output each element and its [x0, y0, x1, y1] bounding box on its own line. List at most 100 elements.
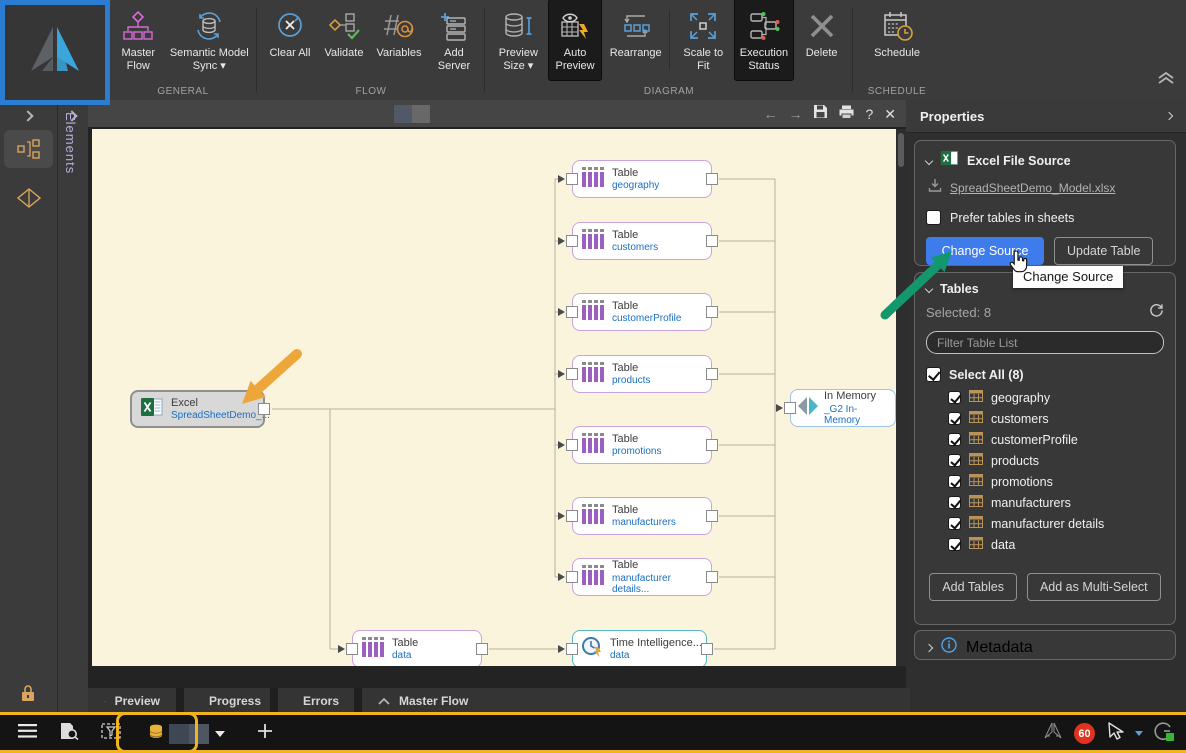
sidebar-expand-icon[interactable] — [22, 110, 34, 122]
save-icon[interactable] — [813, 104, 828, 124]
properties-collapse-icon[interactable] — [1164, 111, 1174, 121]
connector-out[interactable] — [706, 571, 718, 583]
lock-icon[interactable] — [20, 684, 36, 707]
tab-errors[interactable]: Errors — [278, 688, 354, 714]
nav-forward-icon[interactable]: → — [788, 106, 802, 122]
ribbon-collapse-icon[interactable] — [1156, 71, 1176, 90]
connector-out[interactable] — [706, 368, 718, 380]
preview-size-button[interactable]: Preview Size ▾ — [492, 0, 545, 80]
update-table-button[interactable]: Update Table — [1054, 237, 1154, 265]
refresh-icon[interactable] — [1149, 302, 1164, 322]
table-list-item[interactable]: geography — [948, 387, 1164, 408]
source-file-link[interactable]: SpreadSheetDemo_Model.xlsx — [950, 181, 1115, 195]
connector-in[interactable] — [566, 643, 578, 655]
table-item-checkbox[interactable] — [948, 412, 961, 425]
rearrange-button[interactable]: Rearrange — [605, 0, 666, 80]
connection-status-icon[interactable] — [1154, 721, 1174, 746]
connector-in[interactable] — [784, 402, 796, 414]
clear-all-button[interactable]: Clear All — [264, 0, 316, 80]
app-logo[interactable] — [26, 24, 84, 81]
table-item-checkbox[interactable] — [948, 433, 961, 446]
menu-icon[interactable] — [18, 724, 37, 743]
table-item-checkbox[interactable] — [948, 538, 961, 551]
table-list-item[interactable]: customers — [948, 408, 1164, 429]
add-server-button[interactable]: Add Server — [430, 0, 478, 80]
table-list-item[interactable]: data — [948, 534, 1164, 555]
connector-out[interactable] — [706, 439, 718, 451]
add-tab-icon[interactable] — [257, 723, 273, 744]
notification-badge[interactable]: 60 — [1074, 723, 1095, 744]
connector-in[interactable] — [566, 439, 578, 451]
diagram-node-table-promotions[interactable]: Table promotions — [566, 426, 718, 464]
table-list-item[interactable]: products — [948, 450, 1164, 471]
table-item-checkbox[interactable] — [948, 475, 961, 488]
table-item-checkbox[interactable] — [948, 454, 961, 467]
add-tables-button[interactable]: Add Tables — [929, 573, 1017, 601]
canvas-vertical-scrollbar[interactable] — [896, 129, 906, 666]
document-search-icon[interactable] — [59, 722, 79, 745]
table-list-item[interactable]: customerProfile — [948, 429, 1164, 450]
connector-in[interactable] — [566, 235, 578, 247]
help-icon[interactable]: ? — [865, 106, 873, 122]
diagram-node-time-intelligence[interactable]: Time Intelligence... data — [566, 630, 713, 666]
connector-out[interactable] — [706, 235, 718, 247]
diagram-node-table-geography[interactable]: Table geography — [566, 160, 718, 198]
logo-mini-icon[interactable] — [1043, 722, 1063, 745]
delete-button[interactable]: Delete — [797, 0, 846, 80]
master-flow-button[interactable]: Master Flow — [114, 0, 163, 80]
filter-table-input[interactable] — [926, 331, 1164, 354]
table-item-checkbox[interactable] — [948, 517, 961, 530]
sidebar-tool-diamond[interactable] — [16, 188, 42, 213]
section-collapse-icon[interactable] — [924, 156, 934, 165]
connector-out[interactable] — [706, 510, 718, 522]
diagram-node-table-customers[interactable]: Table customers — [566, 222, 718, 260]
diagram-node-in-memory[interactable]: In Memory _G2 In-Memory — [784, 389, 896, 427]
table-list-item[interactable]: manufacturers — [948, 492, 1164, 513]
tab-preview[interactable]: Preview — [88, 688, 176, 714]
elements-panel-label[interactable]: Elements — [63, 112, 78, 174]
scale-to-fit-button[interactable]: Scale to Fit — [676, 0, 731, 80]
variables-button[interactable]: Variables — [372, 0, 426, 80]
add-multi-select-button[interactable]: Add as Multi-Select — [1026, 573, 1161, 601]
diagram-node-table-data[interactable]: Table data — [346, 630, 488, 666]
sidebar-tool-flow-elements[interactable] — [4, 130, 53, 168]
prefer-tables-checkbox[interactable] — [926, 210, 941, 225]
table-list-item[interactable]: manufacturer details — [948, 513, 1164, 534]
semantic-model-sync-button[interactable]: Semantic Model Sync ▾ — [167, 0, 252, 80]
nav-back-icon[interactable]: ← — [763, 106, 777, 122]
connector-in[interactable] — [566, 571, 578, 583]
connector-out[interactable] — [476, 643, 488, 655]
diagram-node-table-manufacturers[interactable]: Table manufacturers — [566, 497, 718, 535]
auto-preview-button[interactable]: Auto Preview — [548, 0, 602, 80]
metadata-section[interactable]: Metadata — [914, 630, 1176, 660]
diagram-surface[interactable]: Excel SpreadSheetDemo_... Table geography … — [92, 129, 896, 666]
diagram-node-table-customerprofile[interactable]: Table customerProfile — [566, 293, 718, 331]
tab-progress[interactable]: Progress — [184, 688, 270, 714]
validate-button[interactable]: Validate — [320, 0, 368, 80]
connector-out[interactable] — [706, 173, 718, 185]
close-canvas-icon[interactable]: ✕ — [884, 106, 896, 123]
connector-in[interactable] — [346, 643, 358, 655]
metadata-expand-icon[interactable] — [924, 643, 934, 652]
print-icon[interactable] — [839, 105, 854, 124]
connector-in[interactable] — [566, 306, 578, 318]
diagram-node-table-manufacturer-details[interactable]: Table manufacturer details... — [566, 558, 718, 596]
table-list-item[interactable]: promotions — [948, 471, 1164, 492]
diagram-node-table-products[interactable]: Table products — [566, 355, 718, 393]
section-collapse-icon[interactable] — [924, 284, 934, 294]
execution-status-button[interactable]: Execution Status — [734, 0, 794, 80]
diagram-node-excel-source[interactable]: Excel SpreadSheetDemo_... — [130, 390, 270, 428]
connector-in[interactable] — [566, 173, 578, 185]
table-item-checkbox[interactable] — [948, 391, 961, 404]
connector-out[interactable] — [701, 643, 713, 655]
connector-out[interactable] — [706, 306, 718, 318]
tab-master-flow[interactable]: Master Flow — [362, 688, 910, 714]
table-item-checkbox[interactable] — [948, 496, 961, 509]
connector-in[interactable] — [566, 368, 578, 380]
pointer-icon[interactable] — [1106, 721, 1124, 746]
mini-dropdown-caret-icon[interactable] — [1135, 731, 1143, 736]
select-all-checkbox[interactable] — [926, 367, 941, 382]
schedule-button[interactable]: Schedule — [867, 0, 927, 80]
connector-out[interactable] — [258, 403, 270, 415]
connector-in[interactable] — [566, 510, 578, 522]
